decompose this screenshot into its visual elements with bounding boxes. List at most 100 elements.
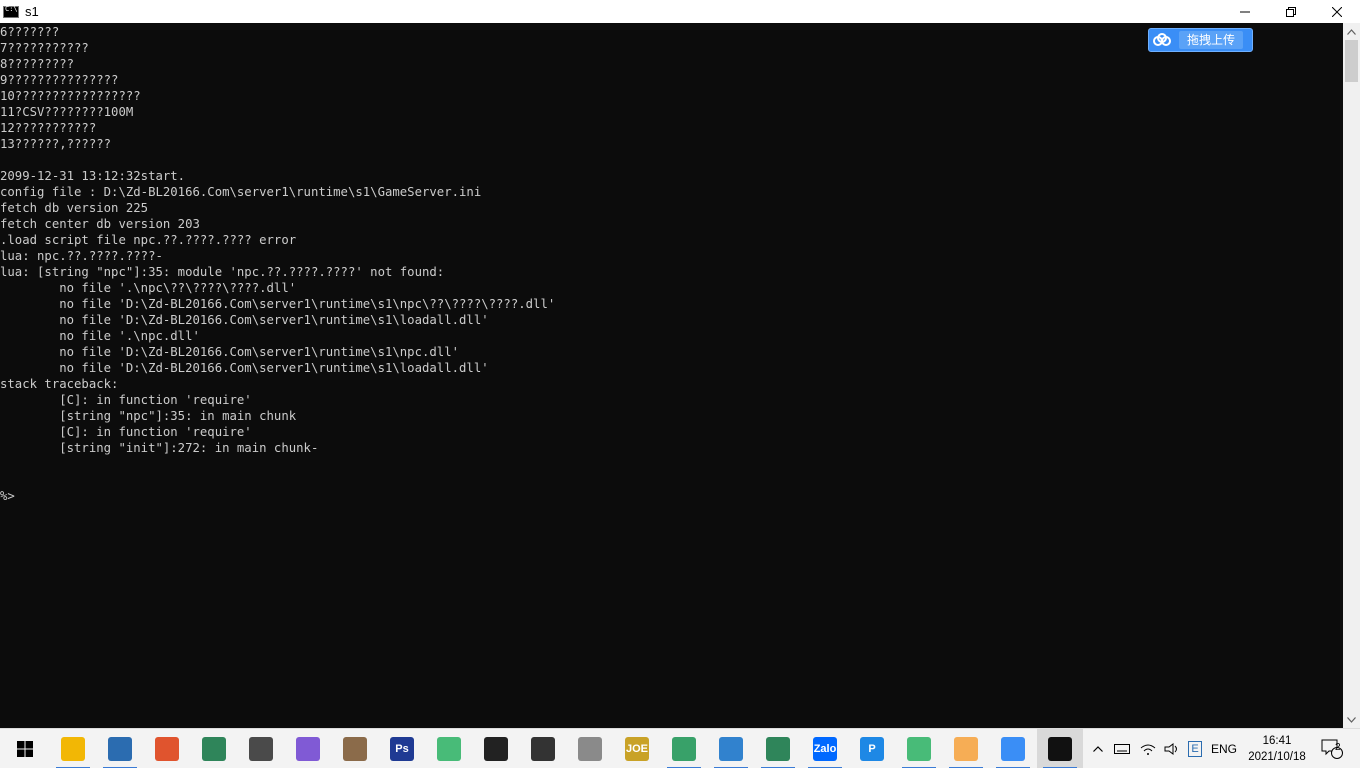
console-output[interactable]: 6??????? 7??????????? 8????????? 9?????????… xyxy=(0,23,1343,728)
taskbar-button[interactable] xyxy=(896,729,942,768)
taskbar-button[interactable] xyxy=(943,729,989,768)
console-line: 2099-12-31 13:12:32start. xyxy=(0,169,186,183)
joe-app-icon: JOE xyxy=(625,737,649,761)
console-line: [C]: in function 'require' xyxy=(0,425,252,439)
bluestacks-icon xyxy=(907,737,931,761)
taskbar-button[interactable] xyxy=(473,729,519,768)
console-app-icon xyxy=(3,5,19,18)
console-line: 10????????????????? xyxy=(0,89,141,103)
taskbar-button[interactable] xyxy=(520,729,566,768)
photoshop-icon: Ps xyxy=(390,737,414,761)
taskbar-button[interactable] xyxy=(990,729,1036,768)
minimize-button[interactable] xyxy=(1222,0,1268,23)
console-line: no file '.\npc.dll' xyxy=(0,329,200,343)
taskbar-button[interactable] xyxy=(426,729,472,768)
recycle-tool-icon xyxy=(202,737,226,761)
taskbar-button[interactable] xyxy=(238,729,284,768)
console-line: 6??????? xyxy=(0,25,60,39)
clock-time: 16:41 xyxy=(1262,735,1292,747)
close-button[interactable] xyxy=(1314,0,1360,23)
input-indicator-icon[interactable] xyxy=(1110,729,1134,768)
notification-count: 2 xyxy=(1335,742,1341,753)
scroll-up-button[interactable] xyxy=(1343,23,1360,40)
notepad-app-icon xyxy=(766,737,790,761)
action-center-button[interactable]: 2 xyxy=(1312,729,1352,768)
drag-upload-widget[interactable]: 拖拽上传 xyxy=(1148,28,1253,52)
start-button[interactable] xyxy=(2,729,48,768)
network-icon[interactable] xyxy=(1136,729,1160,768)
taskbar-button[interactable] xyxy=(285,729,331,768)
speaker-icon xyxy=(1164,743,1177,755)
close-icon xyxy=(1332,6,1342,17)
window-title: s1 xyxy=(25,4,39,19)
vertical-scrollbar[interactable] xyxy=(1343,23,1360,728)
taskbar-button[interactable] xyxy=(708,729,754,768)
console-line: no file '.\npc\??\????\????.dll' xyxy=(0,281,297,295)
orange-app-icon xyxy=(954,737,978,761)
console-line: no file 'D:\Zd-BL20166.Com\server1\runti… xyxy=(0,297,556,311)
console-line: %> xyxy=(0,489,15,503)
taskbar-button[interactable] xyxy=(755,729,801,768)
file-explorer-icon xyxy=(61,737,85,761)
taskbar-button[interactable] xyxy=(97,729,143,768)
taskbar-button[interactable] xyxy=(191,729,237,768)
green-app-icon xyxy=(672,737,696,761)
wifi-icon xyxy=(1140,744,1156,755)
console-line: lua: [string "npc"]:35: module 'npc.??.?… xyxy=(0,265,445,279)
chevron-down-icon xyxy=(1347,716,1356,723)
baidu-cloud-icon xyxy=(1149,29,1175,51)
scroll-down-button[interactable] xyxy=(1343,711,1360,728)
console-line: fetch center db version 203 xyxy=(0,217,200,231)
console-line: 7??????????? xyxy=(0,41,89,55)
maximize-icon xyxy=(1286,6,1296,17)
console-line: [string "init"]:272: in main chunk- xyxy=(0,441,319,455)
taskbar-button[interactable] xyxy=(332,729,378,768)
console-app-icon xyxy=(1048,737,1072,761)
console-line: 9??????????????? xyxy=(0,73,119,87)
clock-date: 2021/10/18 xyxy=(1248,751,1306,763)
console-line: config file : D:\Zd-BL20166.Com\server1\… xyxy=(0,185,482,199)
zalo-icon: Zalo xyxy=(813,737,837,761)
minimize-icon xyxy=(1240,11,1250,12)
taskbar: Ps JOE Zalo P E ENG 16:41 2021/10/18 2 xyxy=(0,728,1360,768)
taskbar-button[interactable]: Ps xyxy=(379,729,425,768)
unity-icon xyxy=(484,737,508,761)
show-hidden-icons-button[interactable] xyxy=(1088,729,1108,768)
taskbar-button[interactable] xyxy=(661,729,707,768)
game-launcher-icon xyxy=(296,737,320,761)
taskbar-button[interactable]: P xyxy=(849,729,895,768)
database-icon xyxy=(578,737,602,761)
console-line: [C]: in function 'require' xyxy=(0,393,252,407)
console-line: stack traceback: xyxy=(0,377,119,391)
keyboard-icon xyxy=(1114,744,1130,754)
console-line: 8????????? xyxy=(0,57,75,71)
network-app-icon xyxy=(719,737,743,761)
taskbar-button[interactable] xyxy=(567,729,613,768)
console-line: no file 'D:\Zd-BL20166.Com\server1\runti… xyxy=(0,361,489,375)
console-line: no file 'D:\Zd-BL20166.Com\server1\runti… xyxy=(0,345,460,359)
volume-icon[interactable] xyxy=(1160,729,1184,768)
title-bar[interactable]: s1 xyxy=(0,0,1360,23)
console-line: 12??????????? xyxy=(0,121,97,135)
colorful-app-icon xyxy=(155,737,179,761)
ime-e-icon: E xyxy=(1188,741,1202,757)
console-lines: 6??????? 7??????????? 8????????? 9?????????… xyxy=(0,23,1343,504)
console-line: fetch db version 225 xyxy=(0,201,149,215)
chevron-up-icon xyxy=(1093,746,1103,752)
baidu-netdisk-icon xyxy=(1001,737,1025,761)
window-controls xyxy=(1222,0,1360,23)
taskbar-button[interactable] xyxy=(144,729,190,768)
taskbar-button[interactable] xyxy=(1037,729,1083,768)
unity-hub-icon xyxy=(531,737,555,761)
language-indicator[interactable]: ENG xyxy=(1208,729,1240,768)
taskbar-button[interactable]: Zalo xyxy=(802,729,848,768)
ime-mode-icon[interactable]: E xyxy=(1184,729,1206,768)
taskbar-button[interactable]: JOE xyxy=(614,729,660,768)
clock[interactable]: 16:41 2021/10/18 xyxy=(1242,729,1312,768)
scroll-thumb[interactable] xyxy=(1345,40,1358,82)
console-line: 13??????,?????? xyxy=(0,137,112,151)
taskbar-button[interactable] xyxy=(50,729,96,768)
maximize-button[interactable] xyxy=(1268,0,1314,23)
